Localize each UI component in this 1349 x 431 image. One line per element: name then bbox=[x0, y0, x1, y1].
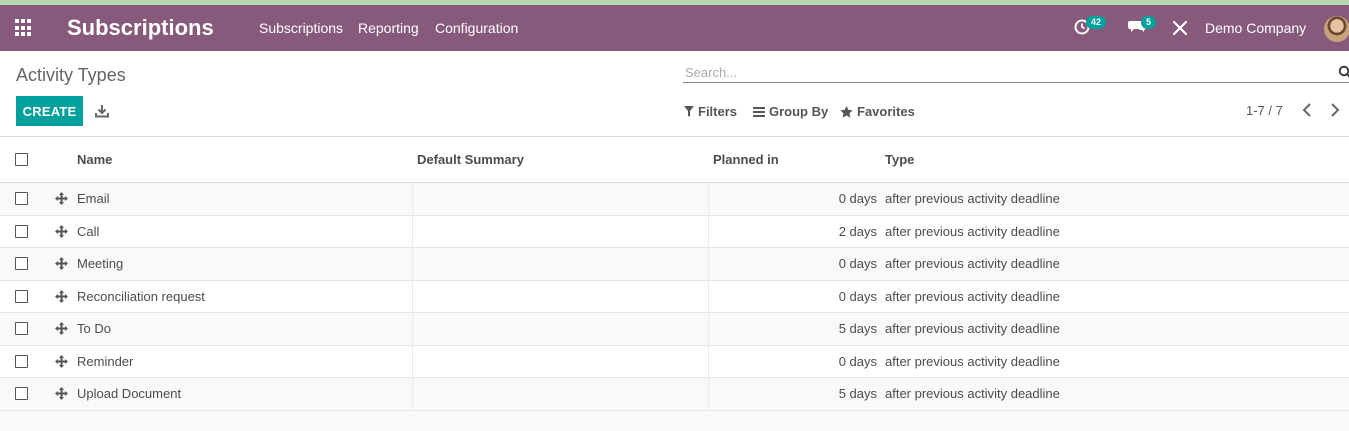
cell-name: Call bbox=[77, 223, 100, 239]
search-input[interactable] bbox=[683, 62, 1313, 82]
cell-planned-in: 0 days bbox=[838, 191, 877, 206]
cell-type: after previous activity deadline bbox=[885, 223, 1060, 239]
row-checkbox[interactable] bbox=[15, 354, 28, 368]
chevron-right-icon[interactable] bbox=[1330, 103, 1340, 122]
drag-handle-icon[interactable] bbox=[55, 257, 68, 275]
messages-button[interactable]: 5 bbox=[1128, 16, 1157, 40]
app-title: Subscriptions bbox=[67, 15, 214, 40]
table-row[interactable]: Reminder 0 days after previous activity … bbox=[0, 345, 1349, 378]
cell-type: after previous activity deadline bbox=[885, 256, 1060, 271]
drag-handle-icon[interactable] bbox=[55, 322, 68, 340]
company-switcher[interactable]: Demo Company bbox=[1205, 20, 1306, 36]
drag-handle-icon[interactable] bbox=[55, 289, 68, 308]
favorites-button[interactable]: Favorites bbox=[840, 104, 915, 119]
table-row[interactable]: To Do 5 days after previous activity dea… bbox=[0, 313, 1349, 346]
cell-type: after previous activity deadline bbox=[885, 288, 1060, 304]
drag-handle-icon[interactable] bbox=[55, 387, 68, 405]
menu-configuration[interactable]: Configuration bbox=[435, 20, 518, 36]
debug-tools-button[interactable] bbox=[1172, 19, 1188, 42]
cell-planned-in: 5 days bbox=[838, 321, 877, 336]
cell-name: Meeting bbox=[77, 256, 124, 271]
groupby-label: Group By bbox=[769, 104, 829, 119]
navbar: Subscriptions Subscriptions Reporting Co… bbox=[0, 5, 1349, 51]
column-type[interactable]: Type bbox=[885, 152, 914, 167]
table-row[interactable]: Email 0 days after previous activity dea… bbox=[0, 183, 1349, 216]
column-default-summary[interactable]: Default Summary bbox=[417, 152, 524, 167]
message-count-badge: 5 bbox=[1141, 16, 1157, 29]
menu-subscriptions[interactable]: Subscriptions bbox=[259, 20, 343, 36]
menu-reporting[interactable]: Reporting bbox=[358, 20, 419, 36]
filters-button[interactable]: Filters bbox=[684, 104, 737, 119]
table-body: Email 0 days after previous activity dea… bbox=[0, 183, 1349, 411]
cell-name: Email bbox=[77, 191, 110, 206]
search-icon[interactable] bbox=[1338, 65, 1349, 84]
star-icon bbox=[840, 105, 853, 118]
cell-name: Reminder bbox=[77, 353, 134, 369]
table-row[interactable]: Upload Document 5 days after previous ac… bbox=[0, 378, 1349, 411]
bars-icon bbox=[753, 106, 765, 117]
column-planned-in[interactable]: Planned in bbox=[713, 152, 779, 167]
cell-type: after previous activity deadline bbox=[885, 386, 1060, 401]
row-checkbox[interactable] bbox=[15, 322, 28, 335]
activity-count-badge: 42 bbox=[1086, 16, 1107, 29]
search-bar bbox=[683, 62, 1349, 83]
row-checkbox[interactable] bbox=[15, 387, 28, 400]
control-panel: Activity Types CREATE Filters Group By F… bbox=[0, 51, 1349, 137]
favorites-label: Favorites bbox=[857, 104, 915, 119]
cell-type: after previous activity deadline bbox=[885, 353, 1060, 369]
cell-name: To Do bbox=[77, 321, 111, 336]
cell-planned-in: 0 days bbox=[838, 288, 877, 304]
filters-label: Filters bbox=[698, 104, 738, 119]
user-avatar[interactable] bbox=[1324, 16, 1349, 42]
filter-icon bbox=[684, 106, 694, 117]
apps-menu-icon[interactable] bbox=[15, 19, 33, 37]
drag-handle-icon[interactable] bbox=[55, 224, 68, 243]
table-row[interactable]: Meeting 0 days after previous activity d… bbox=[0, 248, 1349, 281]
drag-handle-icon[interactable] bbox=[55, 192, 68, 210]
select-all-checkbox[interactable] bbox=[15, 153, 28, 166]
table-row[interactable]: Reconciliation request 0 days after prev… bbox=[0, 280, 1349, 313]
row-checkbox[interactable] bbox=[15, 192, 28, 205]
cell-planned-in: 0 days bbox=[838, 353, 877, 369]
cell-name: Upload Document bbox=[77, 386, 182, 401]
column-name[interactable]: Name bbox=[77, 152, 112, 167]
chevron-left-icon[interactable] bbox=[1302, 103, 1312, 122]
create-button[interactable]: CREATE bbox=[16, 96, 83, 126]
cell-type: after previous activity deadline bbox=[885, 191, 1060, 206]
groupby-button[interactable]: Group By bbox=[753, 104, 828, 119]
drag-handle-icon[interactable] bbox=[55, 354, 68, 373]
cell-planned-in: 5 days bbox=[838, 386, 877, 401]
activity-types-table: Name Default Summary Planned in Type Ema… bbox=[0, 137, 1349, 411]
download-icon[interactable] bbox=[95, 104, 109, 123]
row-checkbox[interactable] bbox=[15, 257, 28, 270]
cell-planned-in: 2 days bbox=[838, 223, 877, 239]
row-checkbox[interactable] bbox=[15, 224, 28, 238]
cell-name: Reconciliation request bbox=[77, 288, 205, 304]
tools-icon bbox=[1172, 20, 1188, 36]
table-header: Name Default Summary Planned in Type bbox=[0, 137, 1349, 183]
breadcrumb: Activity Types bbox=[16, 65, 126, 85]
table-row[interactable]: Call 2 days after previous activity dead… bbox=[0, 215, 1349, 248]
cell-planned-in: 0 days bbox=[838, 256, 877, 271]
pager-value[interactable]: 1-7 / 7 bbox=[1246, 103, 1283, 118]
cell-type: after previous activity deadline bbox=[885, 321, 1060, 336]
row-checkbox[interactable] bbox=[15, 289, 28, 303]
activity-button[interactable]: 42 bbox=[1073, 16, 1107, 40]
